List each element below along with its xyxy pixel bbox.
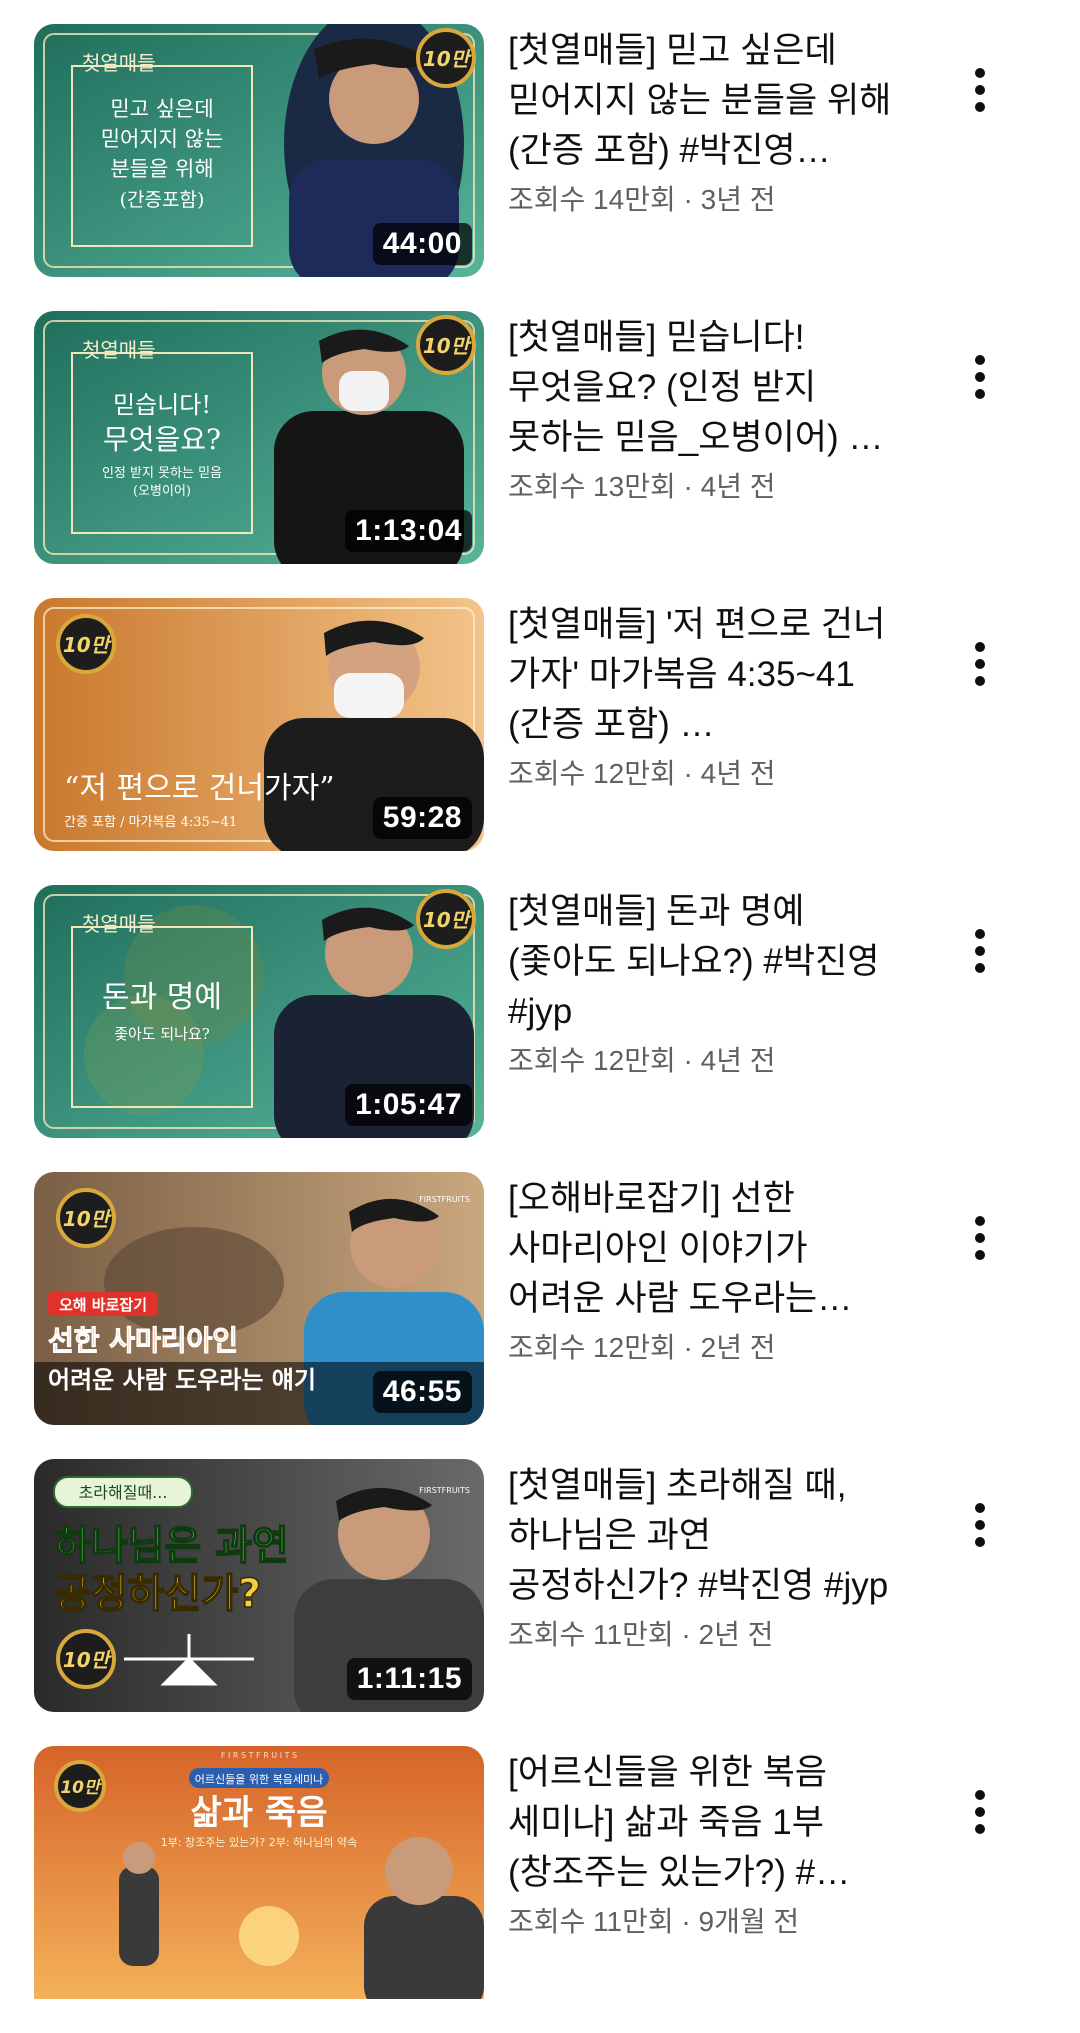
svg-text:10만: 10만 bbox=[63, 1648, 112, 1672]
video-duration: 46:55 bbox=[372, 1371, 472, 1413]
video-meta: [첫열매들] 초라해질 때, 하나님은 과연 공정하신가? #박진영 #jyp … bbox=[508, 1459, 898, 1653]
video-thumbnail[interactable]: 초라해질때... 하나님은 과연 공정하신가? 10만 FIRSTFRUITS … bbox=[34, 1459, 484, 1712]
video-thumbnail[interactable]: 10만 F I R S T F R U I T S 어르신들을 위한 복음세미나… bbox=[34, 1746, 484, 1999]
video-title[interactable]: [어르신들을 위한 복음 세미나] 삶과 죽음 1부(창조주는 있는가?) #박… bbox=[508, 1748, 898, 1898]
svg-text:선한 사마리아인: 선한 사마리아인 bbox=[48, 1324, 238, 1357]
svg-text:(간증포함): (간증포함) bbox=[120, 189, 205, 211]
svg-text:10만: 10만 bbox=[63, 633, 112, 657]
view-count: 조회수 13만회 bbox=[508, 471, 676, 502]
more-vert-icon[interactable] bbox=[962, 1210, 998, 1290]
video-title[interactable]: [오해바로잡기] 선한 사마리아인 이야기가 어려운 사람 도우라는 얘기라… bbox=[508, 1174, 898, 1324]
more-vert-icon[interactable] bbox=[962, 923, 998, 1003]
video-thumbnail[interactable]: 첫열매들 믿습니다! 무엇을요? 인정 받지 못하는 믿음 (오병이어) 10만… bbox=[34, 311, 484, 564]
video-duration: 1:05:47 bbox=[345, 1084, 472, 1126]
video-title[interactable]: [첫열매들] 믿습니다! 무엇을요? (인정 받지 못하는 믿음_오병이어) #… bbox=[508, 313, 898, 463]
svg-text:첫열매들: 첫열매들 bbox=[82, 912, 156, 936]
svg-text:분들을 위해: 분들을 위해 bbox=[110, 157, 213, 181]
svg-text:인정 받지 못하는 믿음: 인정 받지 못하는 믿음 bbox=[102, 466, 222, 481]
svg-text:믿습니다!: 믿습니다! bbox=[113, 391, 211, 419]
upload-age: 4년 전 bbox=[700, 471, 776, 502]
upload-age: 4년 전 bbox=[700, 758, 776, 789]
svg-text:1부: 창조주는 있는가? 2부: 하나님의 약속: 1부: 창조주는 있는가? 2부: 하나님의 약속 bbox=[161, 1835, 358, 1849]
svg-text:삶과 죽음: 삶과 죽음 bbox=[191, 1793, 328, 1833]
video-item[interactable]: 초라해질때... 하나님은 과연 공정하신가? 10만 FIRSTFRUITS … bbox=[0, 1459, 1080, 1746]
view-count: 조회수 14만회 bbox=[508, 184, 676, 215]
video-stats: 조회수 14만회 · 3년 전 bbox=[508, 184, 776, 215]
video-meta: [첫열매들] 믿습니다! 무엇을요? (인정 받지 못하는 믿음_오병이어) #… bbox=[508, 311, 898, 505]
video-thumbnail[interactable]: 10만 “저 편으로 건너가자” 간증 포함 / 마가복음 4:35~41 59… bbox=[34, 598, 484, 851]
svg-text:오해 바로잡기: 오해 바로잡기 bbox=[59, 1296, 147, 1314]
video-item[interactable]: 첫열매들 믿고 싶은데 믿어지지 않는 분들을 위해 (간증포함) 10만 44… bbox=[0, 24, 1080, 311]
more-vert-icon[interactable] bbox=[962, 62, 998, 142]
svg-text:어르신들을 위한 복음세미나: 어르신들을 위한 복음세미나 bbox=[195, 1773, 323, 1786]
svg-text:공정하신가?: 공정하신가? bbox=[54, 1571, 261, 1617]
video-item[interactable]: 10만 오해 바로잡기 선한 사마리아인 어려운 사람 도우라는 얘기 FIRS… bbox=[0, 1172, 1080, 1459]
video-meta: [첫열매들] 돈과 명예 (좇아도 되나요?) #박진영 #jyp 조회수 12… bbox=[508, 885, 898, 1079]
svg-text:믿고 싶은데: 믿고 싶은데 bbox=[110, 97, 213, 121]
svg-text:10만: 10만 bbox=[423, 908, 472, 932]
svg-text:10만: 10만 bbox=[423, 47, 472, 71]
svg-text:10만: 10만 bbox=[423, 334, 472, 358]
upload-age: 4년 전 bbox=[700, 1045, 776, 1076]
video-thumbnail[interactable]: 10만 오해 바로잡기 선한 사마리아인 어려운 사람 도우라는 얘기 FIRS… bbox=[34, 1172, 484, 1425]
upload-age: 2년 전 bbox=[698, 1619, 774, 1650]
more-vert-icon[interactable] bbox=[962, 1784, 998, 1864]
video-item[interactable]: 첫열매들 믿습니다! 무엇을요? 인정 받지 못하는 믿음 (오병이어) 10만… bbox=[0, 311, 1080, 598]
svg-text:간증 포함 / 마가복음 4:35~41: 간증 포함 / 마가복음 4:35~41 bbox=[64, 815, 237, 830]
svg-text:10만: 10만 bbox=[60, 1778, 102, 1798]
video-thumbnail[interactable]: 첫열매들 돈과 명예 좇아도 되나요? 10만 1:05:47 bbox=[34, 885, 484, 1138]
view-count: 조회수 11만회 bbox=[508, 1619, 674, 1650]
video-meta: [어르신들을 위한 복음 세미나] 삶과 죽음 1부(창조주는 있는가?) #박… bbox=[508, 1746, 898, 1940]
more-vert-icon[interactable] bbox=[962, 349, 998, 429]
more-vert-icon[interactable] bbox=[962, 636, 998, 716]
video-title[interactable]: [첫열매들] '저 편으로 건너 가자' 마가복음 4:35~41 (간증 포함… bbox=[508, 600, 898, 750]
svg-text:FIRSTFRUITS: FIRSTFRUITS bbox=[419, 1195, 470, 1204]
svg-text:“저 편으로 건너가자”: “저 편으로 건너가자” bbox=[64, 771, 335, 806]
svg-text:어려운 사람 도우라는 얘기: 어려운 사람 도우라는 얘기 bbox=[48, 1366, 316, 1394]
video-stats: 조회수 12만회 · 2년 전 bbox=[508, 1332, 776, 1363]
video-item[interactable]: 10만 “저 편으로 건너가자” 간증 포함 / 마가복음 4:35~41 59… bbox=[0, 598, 1080, 885]
video-stats: 조회수 11만회 · 9개월 전 bbox=[508, 1906, 800, 1937]
svg-text:10만: 10만 bbox=[63, 1207, 112, 1231]
video-stats: 조회수 12만회 · 4년 전 bbox=[508, 758, 776, 789]
video-meta: [첫열매들] 믿고 싶은데 믿어지지 않는 분들을 위해(간증 포함) #박진영… bbox=[508, 24, 898, 218]
svg-text:좇아도 되나요?: 좇아도 되나요? bbox=[114, 1025, 210, 1043]
video-duration: 1:11:15 bbox=[346, 1658, 472, 1700]
more-vert-icon[interactable] bbox=[962, 1497, 998, 1577]
video-stats: 조회수 13만회 · 4년 전 bbox=[508, 471, 776, 502]
video-item[interactable]: 첫열매들 돈과 명예 좇아도 되나요? 10만 1:05:47 [첫열매들] 돈… bbox=[0, 885, 1080, 1172]
video-title[interactable]: [첫열매들] 믿고 싶은데 믿어지지 않는 분들을 위해(간증 포함) #박진영… bbox=[508, 26, 898, 176]
svg-text:돈과 명예: 돈과 명예 bbox=[102, 980, 222, 1015]
svg-text:무엇을요?: 무엇을요? bbox=[103, 423, 221, 456]
upload-age: 9개월 전 bbox=[698, 1906, 800, 1937]
video-title[interactable]: [첫열매들] 초라해질 때, 하나님은 과연 공정하신가? #박진영 #jyp bbox=[508, 1461, 898, 1611]
video-stats: 조회수 11만회 · 2년 전 bbox=[508, 1619, 774, 1650]
video-title[interactable]: [첫열매들] 돈과 명예 (좇아도 되나요?) #박진영 #jyp bbox=[508, 887, 898, 1037]
video-meta: [첫열매들] '저 편으로 건너 가자' 마가복음 4:35~41 (간증 포함… bbox=[508, 598, 898, 792]
video-stats: 조회수 12만회 · 4년 전 bbox=[508, 1045, 776, 1076]
svg-text:F I R S T F R U I T S: F I R S T F R U I T S bbox=[221, 1751, 297, 1760]
video-duration: 44:00 bbox=[372, 223, 472, 265]
svg-text:믿어지지 않는: 믿어지지 않는 bbox=[101, 127, 224, 151]
video-duration: 59:28 bbox=[372, 797, 472, 839]
view-count: 조회수 12만회 bbox=[508, 1045, 676, 1076]
svg-text:첫열매들: 첫열매들 bbox=[82, 338, 156, 362]
upload-age: 2년 전 bbox=[700, 1332, 776, 1363]
svg-text:(오병이어): (오병이어) bbox=[133, 484, 191, 499]
video-thumbnail[interactable]: 첫열매들 믿고 싶은데 믿어지지 않는 분들을 위해 (간증포함) 10만 44… bbox=[34, 24, 484, 277]
svg-text:FIRSTFRUITS: FIRSTFRUITS bbox=[419, 1486, 470, 1495]
svg-text:첫열매들: 첫열매들 bbox=[82, 51, 156, 75]
svg-text:초라해질때...: 초라해질때... bbox=[79, 1483, 168, 1502]
view-count: 조회수 12만회 bbox=[508, 1332, 676, 1363]
view-count: 조회수 11만회 bbox=[508, 1906, 674, 1937]
video-item[interactable]: 10만 F I R S T F R U I T S 어르신들을 위한 복음세미나… bbox=[0, 1746, 1080, 2033]
video-duration: 1:13:04 bbox=[345, 510, 472, 552]
svg-text:하나님은 과연: 하나님은 과연 bbox=[54, 1523, 289, 1569]
upload-age: 3년 전 bbox=[700, 184, 776, 215]
video-meta: [오해바로잡기] 선한 사마리아인 이야기가 어려운 사람 도우라는 얘기라… … bbox=[508, 1172, 898, 1366]
thumbnail-art: 10만 F I R S T F R U I T S 어르신들을 위한 복음세미나… bbox=[34, 1746, 484, 1999]
view-count: 조회수 12만회 bbox=[508, 758, 676, 789]
